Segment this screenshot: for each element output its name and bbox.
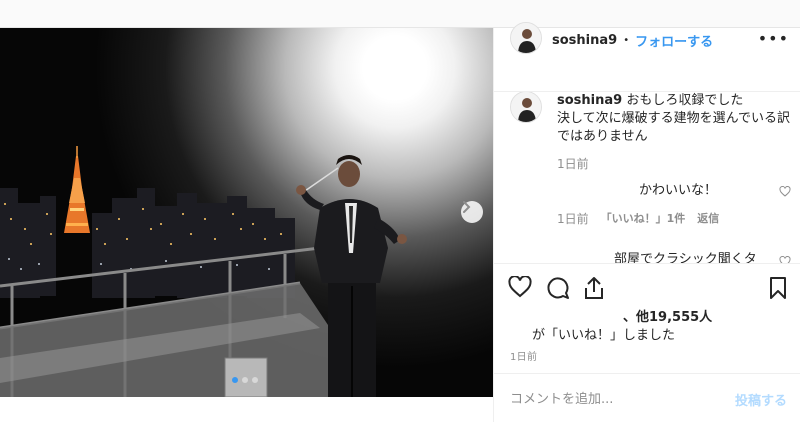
follow-button[interactable]: フォローする [635, 31, 713, 50]
comments-list[interactable]: soshina9 おもしろ収録でした 決して次に爆破する建物を選んでいる訳 では… [494, 92, 800, 263]
header-user-row: soshina9 • フォローする [552, 30, 713, 50]
comment-1-likes[interactable]: 「いいね！」1件 [601, 210, 686, 227]
chevron-right-icon [463, 201, 471, 213]
carousel-dot-1 [232, 377, 238, 383]
post-actions: 、他19,555人 が「いいね！」しました 1日前 [494, 263, 800, 373]
post-time: 1日前 [510, 352, 538, 363]
comment-1-meta: 1日前 「いいね！」1件 返信 [557, 210, 719, 227]
caption-meta: 1日前 [557, 155, 589, 172]
comment-2-text: 部屋でクラシック聞くタ [614, 252, 757, 263]
post-comment-button[interactable]: 投稿する [735, 390, 787, 409]
night-city-scene [0, 146, 407, 397]
header-separator: • [623, 34, 630, 46]
carousel-dot-2 [242, 377, 248, 383]
caption-username[interactable]: soshina9 [557, 93, 622, 108]
caption-line-3: ではありません [557, 129, 648, 144]
comment-input[interactable] [510, 388, 710, 410]
post-photo[interactable] [0, 28, 493, 397]
caption-avatar[interactable] [510, 92, 542, 123]
avatar[interactable] [510, 22, 542, 54]
page-top-bar [0, 0, 800, 27]
carousel-next-button[interactable] [461, 201, 483, 223]
carousel-indicator [232, 377, 258, 383]
comment-like-heart-icon[interactable] [779, 256, 791, 263]
header-username[interactable]: soshina9 [552, 33, 617, 48]
caption-line-1: おもしろ収録でした [626, 93, 744, 108]
post-header: soshina9 • フォローする ••• [494, 22, 800, 92]
comment-like-heart-icon[interactable] [779, 186, 791, 197]
post-side-panel: soshina9 • フォローする ••• soshina9 おもしろ収録でした… [493, 22, 800, 422]
add-comment-bar: 投稿する [494, 373, 800, 422]
liked-by-text: が「いいね！」しました [532, 328, 676, 343]
avatar-image [511, 92, 541, 122]
bookmark-icon[interactable] [769, 276, 787, 300]
comment-icon[interactable] [546, 276, 570, 300]
more-options-icon[interactable]: ••• [758, 29, 789, 48]
tokyo-tower [64, 146, 90, 233]
caption-time: 1日前 [557, 157, 589, 171]
share-icon[interactable] [583, 276, 605, 300]
comment-1-time: 1日前 [557, 212, 589, 226]
carousel-dot-3 [252, 377, 258, 383]
comment-1-text: かわいいな！ [639, 183, 718, 198]
caption: soshina9 おもしろ収録でした 決して次に爆破する建物を選んでいる訳 では… [557, 92, 795, 146]
comment-1-reply-button[interactable]: 返信 [697, 210, 719, 227]
heart-icon[interactable] [508, 276, 532, 298]
likes-count[interactable]: 、他19,555人 [623, 306, 712, 325]
caption-line-2: 決して次に爆破する建物を選んでいる訳 [557, 111, 790, 126]
avatar-image [511, 23, 541, 53]
post-container: soshina9 • フォローする ••• soshina9 おもしろ収録でした… [0, 22, 800, 422]
